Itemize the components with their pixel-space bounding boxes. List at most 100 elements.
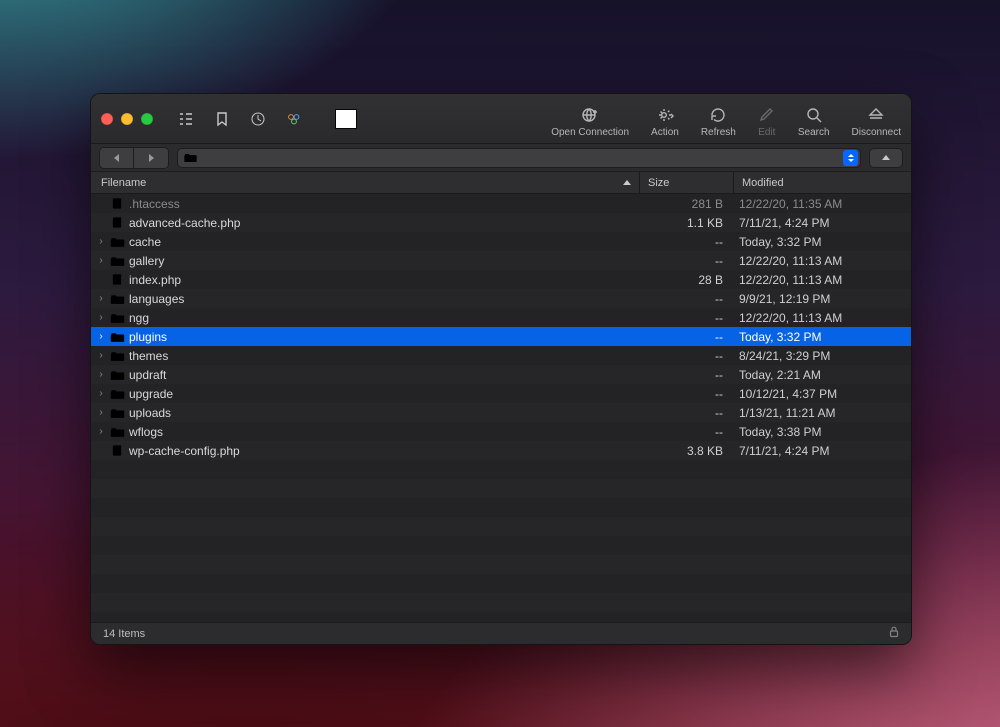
file-row[interactable]: ›gallery--12/22/20, 11:13 AM	[91, 251, 911, 270]
folder-icon	[107, 426, 127, 438]
file-name: cache	[127, 235, 639, 249]
refresh-icon	[709, 106, 727, 124]
folder-icon	[184, 152, 197, 163]
open-connection-label: Open Connection	[551, 127, 629, 138]
nav-back-button[interactable]	[100, 148, 134, 168]
folder-icon	[107, 369, 127, 381]
empty-row	[91, 555, 911, 574]
close-window-button[interactable]	[101, 113, 113, 125]
empty-row	[91, 460, 911, 479]
file-row[interactable]: ›cache--Today, 3:32 PM	[91, 232, 911, 251]
disclosure-triangle-icon[interactable]: ›	[95, 407, 107, 418]
disconnect-button[interactable]: Disconnect	[852, 106, 901, 138]
file-modified: 9/9/21, 12:19 PM	[733, 292, 911, 306]
file-row[interactable]: wp-cache-config.php3.8 KB7/11/21, 4:24 P…	[91, 441, 911, 460]
nav-forward-button[interactable]	[134, 148, 168, 168]
edit-button: Edit	[758, 106, 776, 138]
file-name: ngg	[127, 311, 639, 325]
disclosure-triangle-icon[interactable]: ›	[95, 350, 107, 361]
empty-row	[91, 498, 911, 517]
file-modified: 10/12/21, 4:37 PM	[733, 387, 911, 401]
file-size: --	[639, 254, 733, 268]
file-modified: 7/11/21, 4:24 PM	[733, 444, 911, 458]
file-modified: 12/22/20, 11:13 AM	[733, 311, 911, 325]
column-size[interactable]: Size	[639, 172, 733, 193]
empty-row	[91, 612, 911, 622]
file-size: --	[639, 368, 733, 382]
disclosure-triangle-icon[interactable]: ›	[95, 255, 107, 266]
file-modified: Today, 2:21 AM	[733, 368, 911, 382]
history-icon[interactable]	[249, 110, 267, 128]
file-modified: 12/22/20, 11:13 AM	[733, 273, 911, 287]
status-bar: 14 Items	[91, 622, 911, 644]
file-modified: 7/11/21, 4:24 PM	[733, 216, 911, 230]
lock-icon	[889, 626, 899, 641]
disclosure-triangle-icon[interactable]: ›	[95, 426, 107, 437]
file-row[interactable]: advanced-cache.php1.1 KB7/11/21, 4:24 PM	[91, 213, 911, 232]
file-name: wflogs	[127, 425, 639, 439]
file-size: 1.1 KB	[639, 216, 733, 230]
go-up-button[interactable]	[869, 148, 903, 168]
file-icon	[107, 216, 127, 229]
column-modified-label: Modified	[742, 177, 784, 189]
search-button[interactable]: Search	[798, 106, 830, 138]
file-row[interactable]: ›upgrade--10/12/21, 4:37 PM	[91, 384, 911, 403]
disclosure-triangle-icon[interactable]: ›	[95, 236, 107, 247]
file-name: plugins	[127, 330, 639, 344]
column-filename-label: Filename	[101, 177, 146, 189]
file-modified: Today, 3:38 PM	[733, 425, 911, 439]
folder-icon	[107, 236, 127, 248]
file-row[interactable]: ›plugins--Today, 3:32 PM	[91, 327, 911, 346]
view-mode-icons	[177, 110, 303, 128]
column-filename[interactable]: Filename	[101, 177, 639, 189]
action-label: Action	[651, 127, 679, 138]
refresh-button[interactable]: Refresh	[701, 106, 736, 138]
file-row[interactable]: ›wflogs--Today, 3:38 PM	[91, 422, 911, 441]
open-connection-button[interactable]: Open Connection	[551, 106, 629, 138]
search-icon	[805, 106, 823, 124]
file-row[interactable]: ›uploads--1/13/21, 11:21 AM	[91, 403, 911, 422]
file-row[interactable]: ›ngg--12/22/20, 11:13 AM	[91, 308, 911, 327]
path-stepper[interactable]	[843, 150, 858, 166]
file-row[interactable]: ›languages--9/9/21, 12:19 PM	[91, 289, 911, 308]
disclosure-triangle-icon[interactable]: ›	[95, 369, 107, 380]
file-size: --	[639, 349, 733, 363]
empty-row	[91, 536, 911, 555]
gear-icon	[656, 106, 674, 124]
file-size: 28 B	[639, 273, 733, 287]
folder-icon	[107, 331, 127, 343]
titlebar: Open Connection Action Refresh Edit	[91, 94, 911, 144]
file-name: themes	[127, 349, 639, 363]
action-button[interactable]: Action	[651, 106, 679, 138]
minimize-window-button[interactable]	[121, 113, 133, 125]
disconnect-label: Disconnect	[852, 127, 901, 138]
folder-icon	[107, 407, 127, 419]
column-modified[interactable]: Modified	[733, 172, 911, 193]
folder-icon	[107, 350, 127, 362]
file-icon	[107, 273, 127, 286]
folder-icon	[107, 293, 127, 305]
file-name: upgrade	[127, 387, 639, 401]
column-size-label: Size	[648, 177, 669, 189]
quick-look-thumbnail[interactable]	[335, 109, 357, 129]
disclosure-triangle-icon[interactable]: ›	[95, 312, 107, 323]
disclosure-triangle-icon[interactable]: ›	[95, 293, 107, 304]
disclosure-triangle-icon[interactable]: ›	[95, 331, 107, 342]
outline-view-icon[interactable]	[177, 110, 195, 128]
empty-row	[91, 479, 911, 498]
file-size: --	[639, 406, 733, 420]
bonjour-icon[interactable]	[285, 110, 303, 128]
file-row[interactable]: ›updraft--Today, 2:21 AM	[91, 365, 911, 384]
zoom-window-button[interactable]	[141, 113, 153, 125]
file-row[interactable]: ›themes--8/24/21, 3:29 PM	[91, 346, 911, 365]
path-field[interactable]	[177, 148, 861, 168]
item-count-label: 14 Items	[103, 628, 145, 640]
file-row[interactable]: .htaccess281 B12/22/20, 11:35 AM	[91, 194, 911, 213]
file-row[interactable]: index.php28 B12/22/20, 11:13 AM	[91, 270, 911, 289]
file-modified: Today, 3:32 PM	[733, 330, 911, 344]
file-modified: 12/22/20, 11:13 AM	[733, 254, 911, 268]
bookmarks-icon[interactable]	[213, 110, 231, 128]
toolbar-actions: Open Connection Action Refresh Edit	[551, 100, 901, 138]
file-list[interactable]: .htaccess281 B12/22/20, 11:35 AMadvanced…	[91, 194, 911, 622]
disclosure-triangle-icon[interactable]: ›	[95, 388, 107, 399]
